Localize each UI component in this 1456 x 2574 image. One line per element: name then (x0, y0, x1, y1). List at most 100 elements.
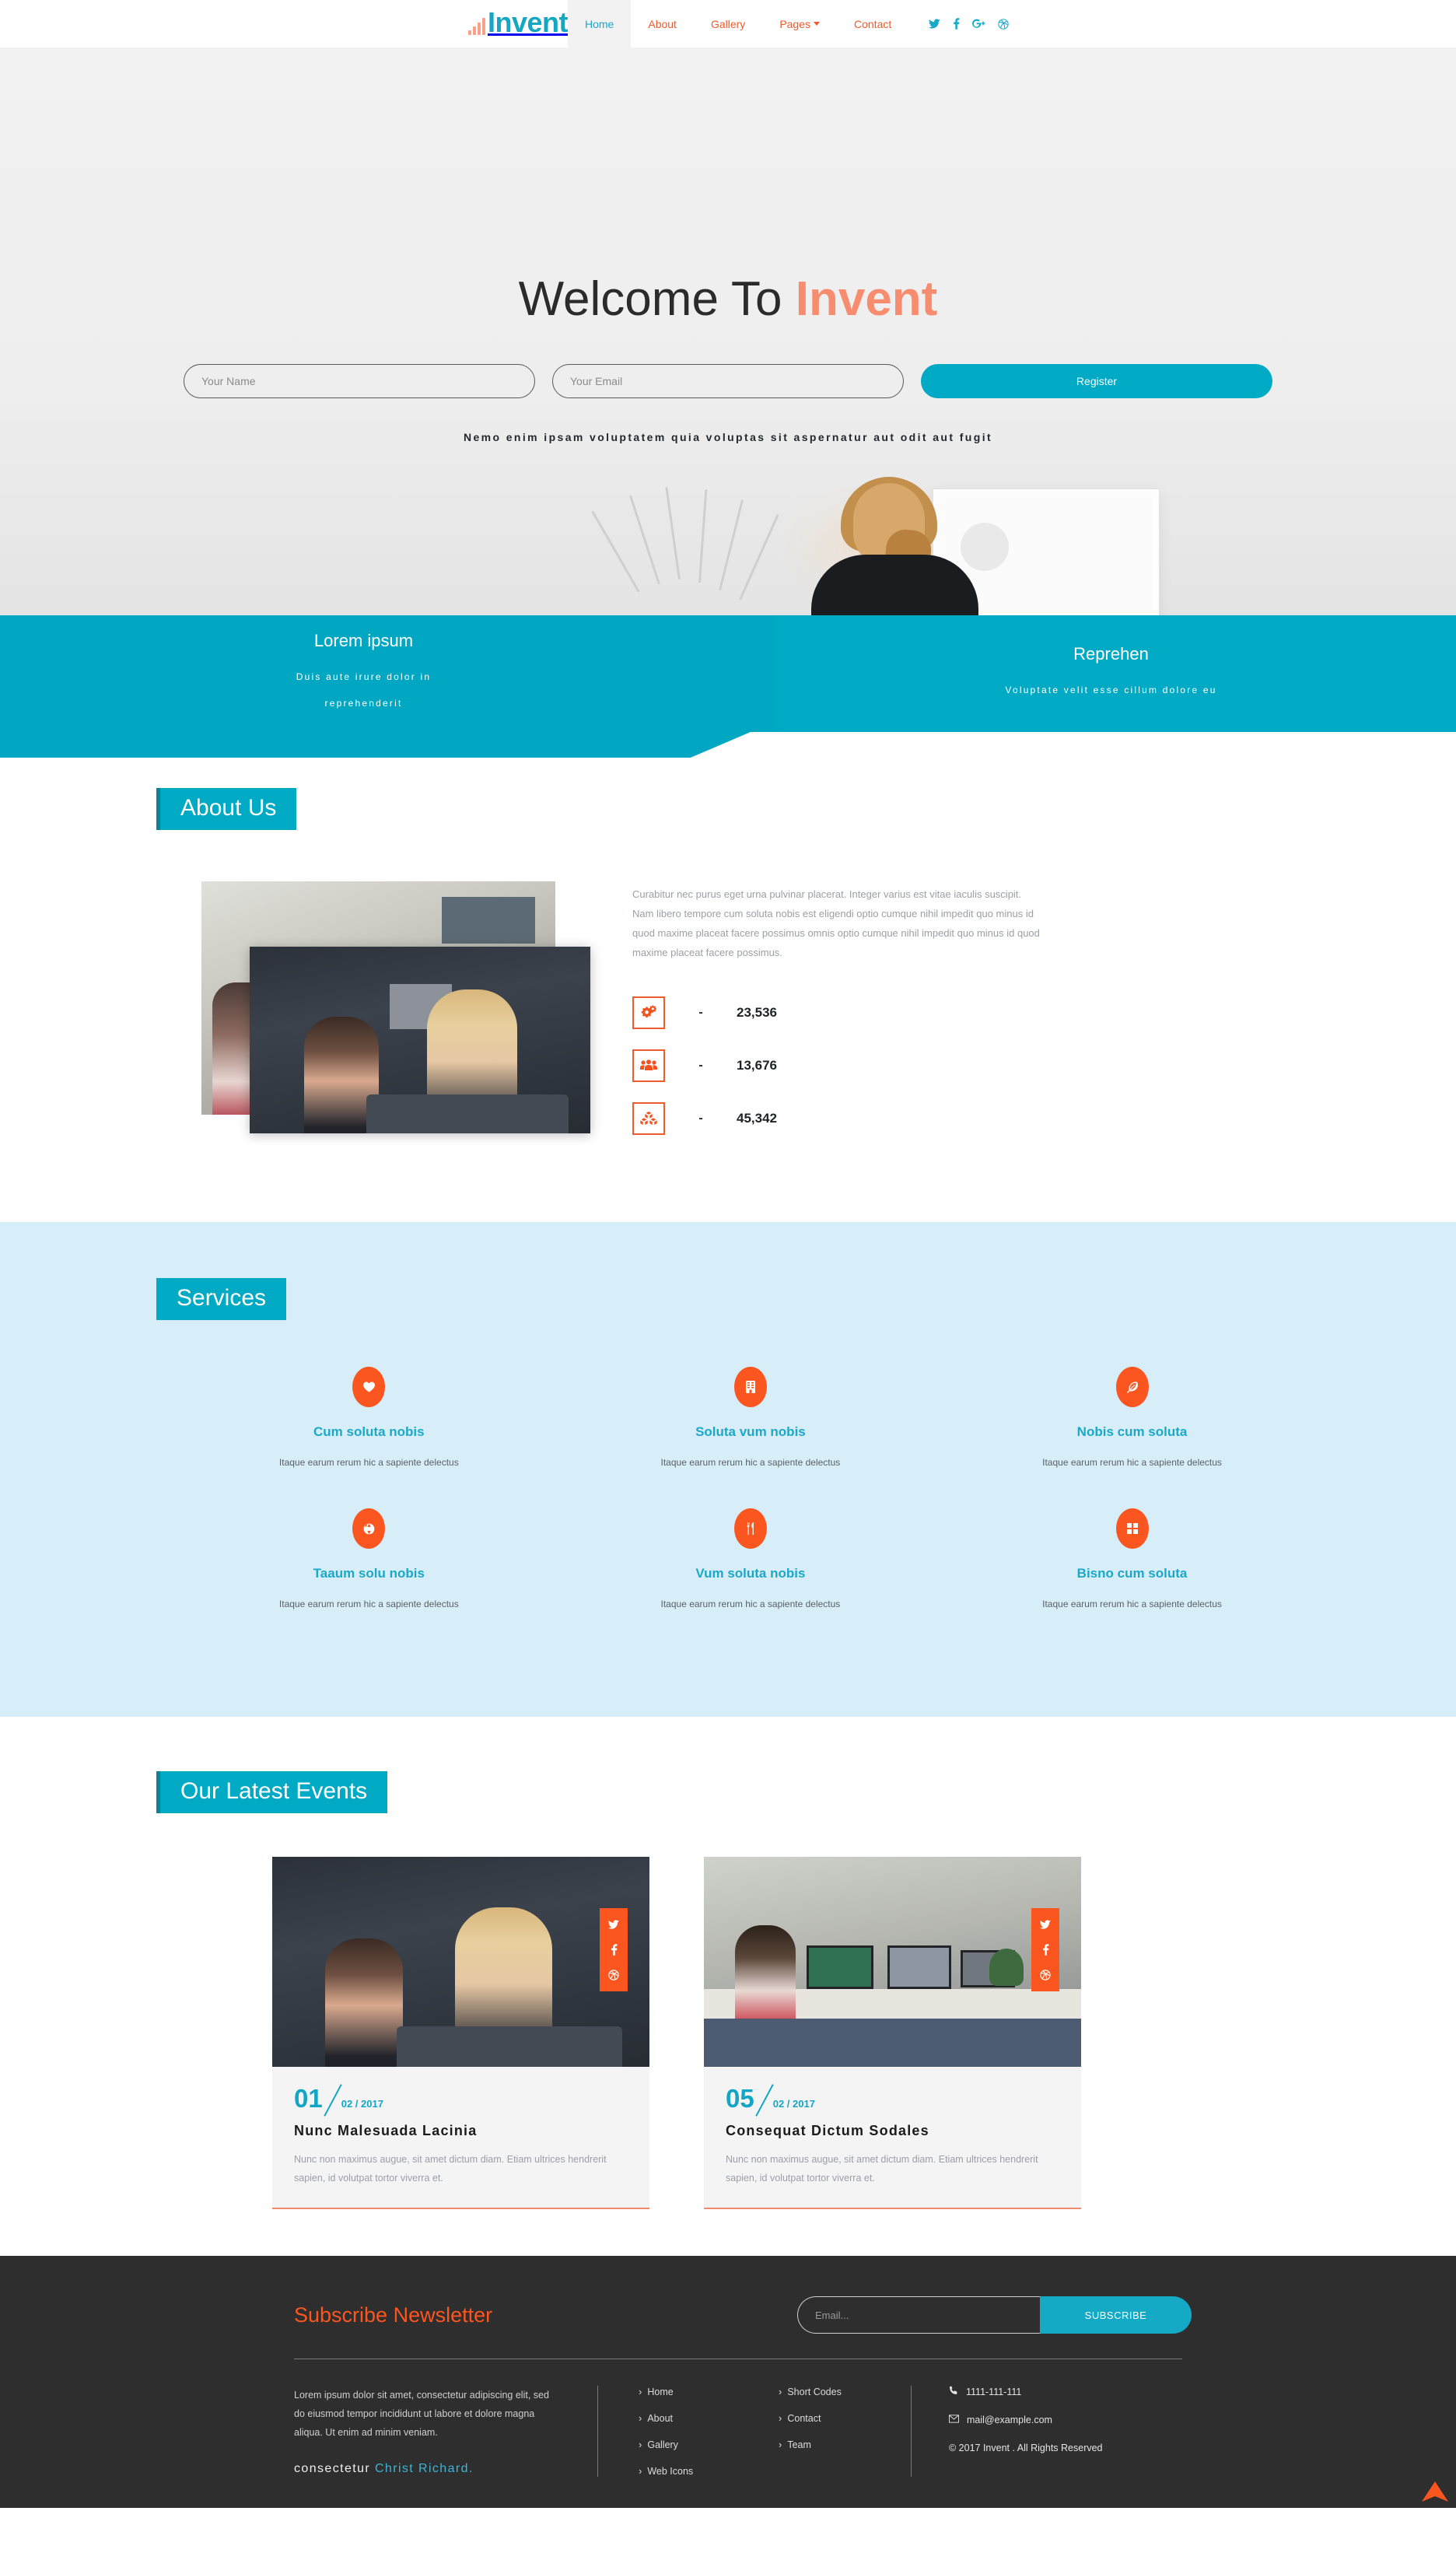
facebook-icon[interactable] (611, 1944, 618, 1956)
dribbble-icon[interactable] (998, 18, 1009, 30)
service-item[interactable]: Vum soluta nobis Itaque earum rerum hic … (560, 1508, 942, 1609)
dribbble-icon[interactable] (1040, 1970, 1051, 1980)
twitter-icon[interactable] (929, 18, 941, 30)
event-meta: 05 02 / 2017 (726, 2085, 1059, 2111)
globe-icon (352, 1508, 386, 1549)
service-item[interactable]: Taaum solu nobis Itaque earum rerum hic … (178, 1508, 560, 1609)
events-grid: 01 02 / 2017 Nunc Malesuada Lacinia Nunc… (0, 1857, 1456, 2209)
event-meta: 01 02 / 2017 (294, 2085, 628, 2111)
facebook-icon[interactable] (953, 18, 960, 30)
footer-links-col1: Home About Gallery Web Icons (639, 2386, 730, 2477)
event-desc: Nunc non maximus augue, sit amet dictum … (294, 2154, 607, 2184)
nav-item-pages-label: Pages (779, 17, 811, 30)
header-social-links (929, 0, 1009, 47)
service-item[interactable]: Bisno cum soluta Itaque earum rerum hic … (941, 1508, 1323, 1609)
event-social-links (1031, 1908, 1059, 1991)
feature-left-subtitle: Duis aute irure dolor in reprehenderit (296, 664, 432, 716)
register-button[interactable]: Register (921, 364, 1272, 398)
footer-contact-column: 1111-111-111 mail@example.com © 2017 Inv… (911, 2386, 1103, 2477)
hero-photo-person (766, 477, 1023, 615)
feature-left-title: Lorem ipsum (313, 631, 414, 650)
site-footer: Subscribe Newsletter SUBSCRIBE Lorem ips… (0, 2256, 1456, 2508)
service-title: Soluta vum nobis (695, 1424, 806, 1439)
newsletter-form: SUBSCRIBE (797, 2296, 1192, 2334)
event-date: 02 / 2017 (341, 2098, 383, 2110)
about-text: Curabitur nec purus eget urna pulvinar p… (584, 881, 1323, 1161)
footer-phone-text: 1111-111-111 (966, 2386, 1022, 2397)
footer-email: mail@example.com (949, 2415, 1103, 2425)
nav-item-about[interactable]: About (631, 0, 694, 47)
feature-right-title: Reprehen (1073, 644, 1149, 664)
hero-title: Welcome To Invent (0, 271, 1456, 327)
twitter-icon[interactable] (608, 1919, 619, 1930)
users-icon (632, 1049, 665, 1082)
service-desc: Itaque earum rerum hic a sapiente delect… (1042, 1599, 1222, 1609)
newsletter-email-input[interactable] (797, 2296, 1040, 2334)
events-container: Our Latest Events (133, 1771, 1323, 1813)
feature-left-subtitle-line2: reprehenderit (324, 698, 403, 709)
footer-link-contact[interactable]: Contact (779, 2412, 870, 2424)
event-image (272, 1857, 649, 2067)
newsletter-title: Subscribe Newsletter (294, 2303, 493, 2327)
stat-value: 23,536 (737, 1005, 777, 1020)
event-title: Nunc Malesuada Lacinia (294, 2123, 478, 2138)
name-input[interactable] (184, 364, 535, 398)
service-item[interactable]: Cum soluta nobis Itaque earum rerum hic … (178, 1367, 560, 1468)
events-section: Our Latest Events 01 02 / 2017 Nunc Male… (0, 1717, 1456, 2256)
chevron-down-icon (814, 22, 821, 26)
google-plus-icon[interactable] (972, 18, 985, 30)
feature-right-subtitle: Voluptate velit esse cillum dolore eu (1005, 685, 1217, 695)
cubes-icon (632, 1102, 665, 1135)
hero-title-plain: Welcome To (518, 272, 796, 326)
event-number: 01 (294, 2085, 327, 2111)
nav-item-pages[interactable]: Pages (762, 0, 837, 47)
feature-banner-right: Reprehen Voluptate velit esse cillum dol… (766, 615, 1456, 732)
about-container: About Us Curabitur nec purus eget urna p… (133, 788, 1323, 1161)
logo-wrapper: Invent (0, 0, 569, 47)
about-section: About Us Curabitur nec purus eget urna p… (0, 732, 1456, 1222)
service-title: Bisno cum soluta (1076, 1566, 1188, 1581)
footer-link-web-icons[interactable]: Web Icons (639, 2465, 730, 2477)
nav-item-home[interactable]: Home (568, 0, 632, 47)
footer-link-about[interactable]: About (639, 2412, 730, 2424)
footer-link-short-codes[interactable]: Short Codes (779, 2386, 870, 2397)
about-body: Curabitur nec purus eget urna pulvinar p… (156, 881, 1323, 1161)
site-logo[interactable]: Invent (467, 5, 569, 38)
event-body: 01 02 / 2017 Nunc Malesuada Lacinia Nunc… (272, 2067, 649, 2208)
event-card[interactable]: 01 02 / 2017 Nunc Malesuada Lacinia Nunc… (272, 1857, 649, 2209)
stat-value: 45,342 (737, 1111, 777, 1126)
heart-icon (352, 1367, 386, 1407)
dribbble-icon[interactable] (608, 1970, 619, 1980)
service-title: Cum soluta nobis (313, 1424, 425, 1439)
service-title: Vum soluta nobis (695, 1566, 806, 1581)
service-title: Taaum solu nobis (313, 1566, 425, 1581)
footer-link-home[interactable]: Home (639, 2386, 730, 2397)
events-section-title: Our Latest Events (156, 1771, 388, 1813)
gears-icon (632, 996, 665, 1029)
service-desc: Itaque earum rerum hic a sapiente delect… (278, 1457, 459, 1468)
hero-content: Welcome To Invent Register Nemo enim ips… (0, 47, 1456, 443)
twitter-icon[interactable] (1040, 1919, 1051, 1930)
footer-about-column: Lorem ipsum dolor sit amet, consectetur … (294, 2386, 597, 2477)
service-item[interactable]: Nobis cum soluta Itaque earum rerum hic … (941, 1367, 1323, 1468)
subscribe-button[interactable]: SUBSCRIBE (1040, 2296, 1192, 2334)
footer-copyright: © 2017 Invent . All Rights Reserved (949, 2443, 1103, 2453)
stat-row: - 23,536 (632, 996, 1323, 1029)
hero-register-form: Register (0, 364, 1456, 398)
event-card[interactable]: 05 02 / 2017 Consequat Dictum Sodales Nu… (704, 1857, 1081, 2209)
footer-columns: Lorem ipsum dolor sit amet, consectetur … (0, 2359, 1456, 2508)
logo-text: Invent (487, 5, 569, 38)
footer-link-gallery[interactable]: Gallery (639, 2439, 730, 2450)
footer-email-text: mail@example.com (967, 2415, 1052, 2425)
nav-item-contact[interactable]: Contact (837, 0, 908, 47)
service-desc: Itaque earum rerum hic a sapiente delect… (660, 1457, 841, 1468)
newsletter-row: Subscribe Newsletter SUBSCRIBE (0, 2296, 1456, 2334)
footer-signature-plain: consectetur (294, 2462, 375, 2475)
nav-item-gallery[interactable]: Gallery (694, 0, 762, 47)
email-input[interactable] (552, 364, 904, 398)
footer-link-team[interactable]: Team (779, 2439, 870, 2450)
bar-chart-icon (467, 17, 485, 35)
footer-signature-accent: Christ Richard. (374, 2462, 474, 2475)
facebook-icon[interactable] (1042, 1944, 1049, 1956)
service-item[interactable]: Soluta vum nobis Itaque earum rerum hic … (560, 1367, 942, 1468)
